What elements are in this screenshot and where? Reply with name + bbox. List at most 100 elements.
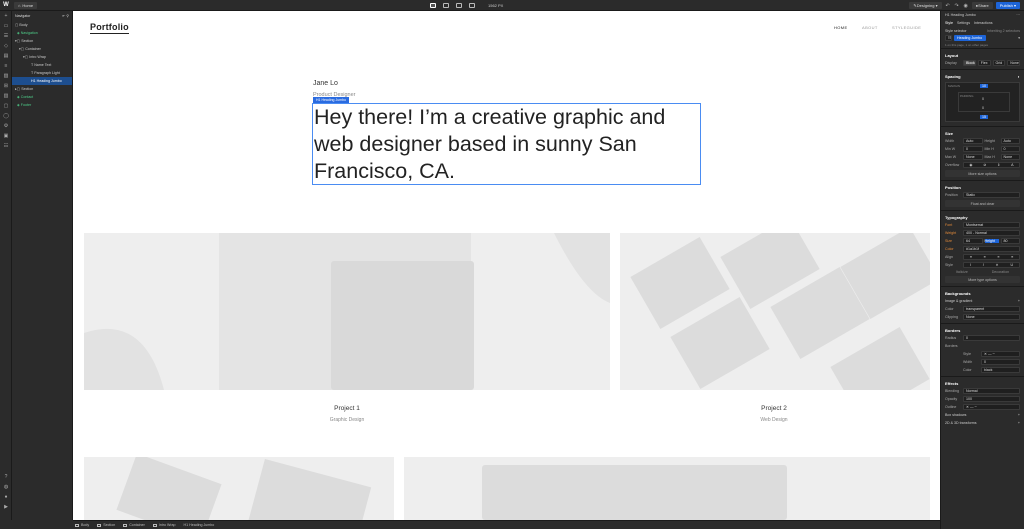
nav-node-section-2[interactable]: ▸▢ Section: [12, 85, 72, 93]
max-height-input[interactable]: None: [1000, 154, 1020, 160]
border-color-input[interactable]: black: [981, 367, 1020, 373]
font-select[interactable]: Montserrat: [963, 222, 1020, 228]
mobile-portrait-breakpoint-icon[interactable]: [469, 3, 475, 8]
italic-off-icon[interactable]: I: [970, 263, 971, 267]
components-icon[interactable]: ◇: [0, 41, 12, 51]
nav-node-intro-wrap[interactable]: ▾▢ Intro Wrap: [12, 53, 72, 61]
weight-select[interactable]: 400 - Normal: [963, 230, 1020, 236]
style-manager-icon[interactable]: ≡: [0, 61, 12, 71]
chevron-down-icon[interactable]: ▾: [1018, 36, 1020, 40]
add-icon[interactable]: +: [1018, 299, 1020, 303]
eye-icon[interactable]: ◉: [969, 163, 972, 167]
align-right-icon[interactable]: ≡: [997, 255, 999, 259]
breadcrumb-intro-wrap[interactable]: Intro Wrap: [152, 523, 176, 527]
nav-node-contact[interactable]: ◈ Contact: [12, 93, 72, 101]
assets-icon[interactable]: ▨: [0, 71, 12, 81]
margin-bottom-value[interactable]: 15: [980, 115, 988, 119]
more-size-options[interactable]: More size options: [945, 170, 1020, 177]
mobile-landscape-breakpoint-icon[interactable]: [456, 3, 462, 8]
line-height-input[interactable]: 80: [1000, 238, 1020, 244]
site-brand[interactable]: Portfolio: [90, 22, 129, 34]
nav-node-heading-jumbo[interactable]: H1 Heading Jumbo: [12, 77, 72, 85]
overflow-options[interactable]: ◉ ⊘ ⇕ A: [963, 162, 1020, 168]
display-grid[interactable]: Grid: [992, 60, 1006, 66]
add-icon[interactable]: +: [1018, 413, 1020, 417]
settings-icon[interactable]: ☷: [0, 141, 12, 151]
display-flex[interactable]: Flex: [977, 60, 991, 66]
position-select[interactable]: Static: [963, 192, 1020, 198]
project-1-subtitle[interactable]: Graphic Design: [284, 417, 410, 423]
home-button[interactable]: ⌂ Home: [14, 1, 38, 9]
section-size[interactable]: Size: [945, 131, 953, 136]
hidden-icon[interactable]: ⊘: [983, 163, 986, 167]
preview-icon[interactable]: ◉: [963, 3, 969, 9]
add-icon[interactable]: +: [1018, 421, 1020, 425]
design-canvas[interactable]: Portfolio HOME ABOUT STYLEGUIDE Jane Lo …: [73, 11, 940, 520]
project-1-image[interactable]: [84, 233, 610, 390]
section-typography[interactable]: Typography: [945, 215, 968, 220]
section-spacing[interactable]: Spacing: [945, 74, 961, 79]
clipping-select[interactable]: None: [963, 314, 1020, 320]
max-width-input[interactable]: None: [963, 154, 983, 160]
italic-icon[interactable]: I: [983, 263, 984, 267]
border-width-input[interactable]: 0: [981, 359, 1020, 365]
bg-color-input[interactable]: transparent: [963, 306, 1020, 312]
project-2-title[interactable]: Project 2: [711, 405, 837, 412]
breadcrumb-body[interactable]: Body: [75, 523, 89, 527]
section-borders[interactable]: Borders: [945, 328, 960, 333]
app-logo[interactable]: W: [0, 0, 12, 11]
outline-style-select[interactable]: ✕ — ┄: [963, 404, 1020, 410]
desktop-breakpoint-icon[interactable]: [430, 3, 436, 8]
text-color-input[interactable]: #1a1b1f: [963, 246, 1020, 252]
nav-node-navigation[interactable]: ◈ Navigation: [12, 29, 72, 37]
blending-select[interactable]: Normal: [963, 388, 1020, 394]
name-text[interactable]: Jane Lo: [313, 80, 338, 87]
cms-icon[interactable]: ▥: [0, 91, 12, 101]
heading-jumbo[interactable]: Hey there! I’m a creative graphic and we…: [312, 103, 701, 185]
users-icon[interactable]: ◯: [0, 111, 12, 121]
border-style-select[interactable]: ✕ — ┄: [981, 351, 1020, 357]
ecommerce-icon[interactable]: ▢: [0, 101, 12, 111]
section-effects[interactable]: Effects: [945, 381, 958, 386]
tablet-breakpoint-icon[interactable]: [443, 3, 449, 8]
font-size-input[interactable]: 64: [963, 238, 983, 244]
width-input[interactable]: Auto: [963, 138, 983, 144]
align-center-icon[interactable]: ≡: [984, 255, 986, 259]
pages-icon[interactable]: ▭: [0, 21, 12, 31]
tab-interactions[interactable]: Interactions: [974, 21, 993, 25]
nav-node-name-text[interactable]: T Name Text: [12, 61, 72, 69]
padding-top-value[interactable]: 0: [982, 97, 984, 101]
redo-icon[interactable]: ↷: [954, 3, 960, 9]
help-icon[interactable]: ?: [0, 472, 12, 482]
float-and-clear[interactable]: Float and clear: [945, 200, 1020, 207]
scroll-icon[interactable]: ⇕: [997, 163, 1000, 167]
align-left-icon[interactable]: ≡: [970, 255, 972, 259]
project-4-image[interactable]: [404, 457, 930, 520]
auto-icon[interactable]: A: [1011, 163, 1013, 167]
section-backgrounds[interactable]: Backgrounds: [945, 291, 971, 296]
apps-icon[interactable]: ⊞: [0, 81, 12, 91]
audit-icon[interactable]: ▣: [0, 131, 12, 141]
margin-top-value[interactable]: 10: [980, 84, 988, 88]
record-icon[interactable]: ●: [0, 492, 12, 502]
spacing-lock-icon[interactable]: ◐: [1018, 74, 1020, 79]
nav-node-footer[interactable]: ◈ Footer: [12, 101, 72, 109]
share-button[interactable]: ● Share: [971, 2, 993, 9]
tutorial-icon[interactable]: ◍: [0, 482, 12, 492]
section-position[interactable]: Position: [945, 185, 961, 190]
logic-icon[interactable]: ⚙: [0, 121, 12, 131]
display-none[interactable]: None: [1007, 60, 1020, 66]
menu-styleguide[interactable]: STYLEGUIDE: [892, 25, 921, 30]
nav-node-body[interactable]: ▢ Body: [12, 21, 72, 29]
project-3-image[interactable]: [84, 457, 394, 520]
navigator-icon[interactable]: ☰: [0, 31, 12, 41]
section-layout[interactable]: Layout: [945, 53, 958, 58]
publish-button[interactable]: Publish ▾: [995, 2, 1020, 9]
display-block[interactable]: Block: [963, 60, 976, 66]
style-options[interactable]: I I ✕ U: [963, 262, 1020, 268]
tab-style[interactable]: Style: [945, 21, 953, 25]
nav-node-container[interactable]: ▾▢ Container: [12, 45, 72, 53]
height-input[interactable]: Auto: [1000, 138, 1020, 144]
video-icon[interactable]: ▶: [0, 502, 12, 512]
strike-icon[interactable]: ✕: [996, 263, 999, 267]
